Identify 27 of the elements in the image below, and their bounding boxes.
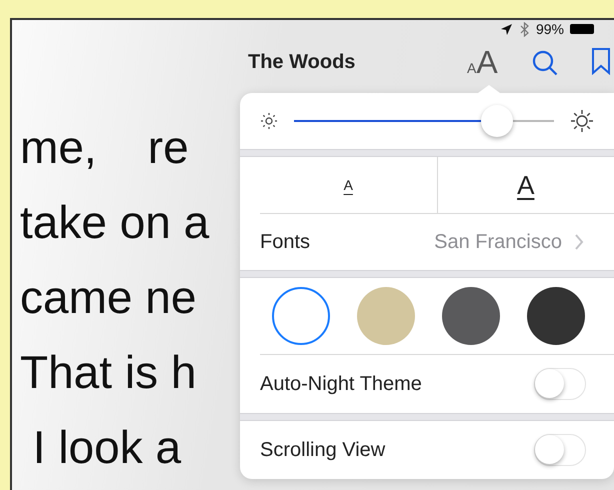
battery-icon	[570, 24, 594, 34]
brightness-slider[interactable]	[294, 105, 554, 137]
decrease-text-size-button[interactable]: A	[260, 157, 436, 213]
toggle-label: Scrolling View	[260, 438, 386, 462]
fonts-row[interactable]: Fonts San Francisco	[240, 214, 614, 270]
page-text-line: came ne	[20, 270, 198, 325]
page-text-line: me, re	[20, 120, 190, 175]
fonts-label: Fonts	[260, 230, 310, 254]
toggle-switch[interactable]	[534, 434, 586, 466]
location-arrow-icon	[500, 22, 513, 36]
search-icon[interactable]	[532, 50, 558, 76]
battery-percentage: 99%	[536, 21, 564, 37]
text-settings-button[interactable]: AA	[467, 44, 498, 81]
bright-brightness-icon	[570, 109, 594, 133]
page-text-line: That is h	[20, 345, 198, 400]
slider-thumb[interactable]	[480, 105, 513, 137]
page-text-line: I look a	[32, 420, 182, 475]
dim-brightness-icon	[260, 112, 278, 130]
page-text-line: take on a	[20, 195, 210, 250]
book-title: The Woods	[248, 51, 356, 74]
toggle-switch[interactable]	[534, 368, 586, 400]
toggle-label: Auto-Night Theme	[260, 372, 422, 396]
chevron-right-icon	[574, 233, 584, 251]
bluetooth-icon	[518, 22, 530, 36]
font-value: San Francisco	[434, 230, 562, 254]
increase-text-size-button[interactable]: A	[436, 157, 614, 213]
bookmark-icon[interactable]	[591, 48, 611, 75]
